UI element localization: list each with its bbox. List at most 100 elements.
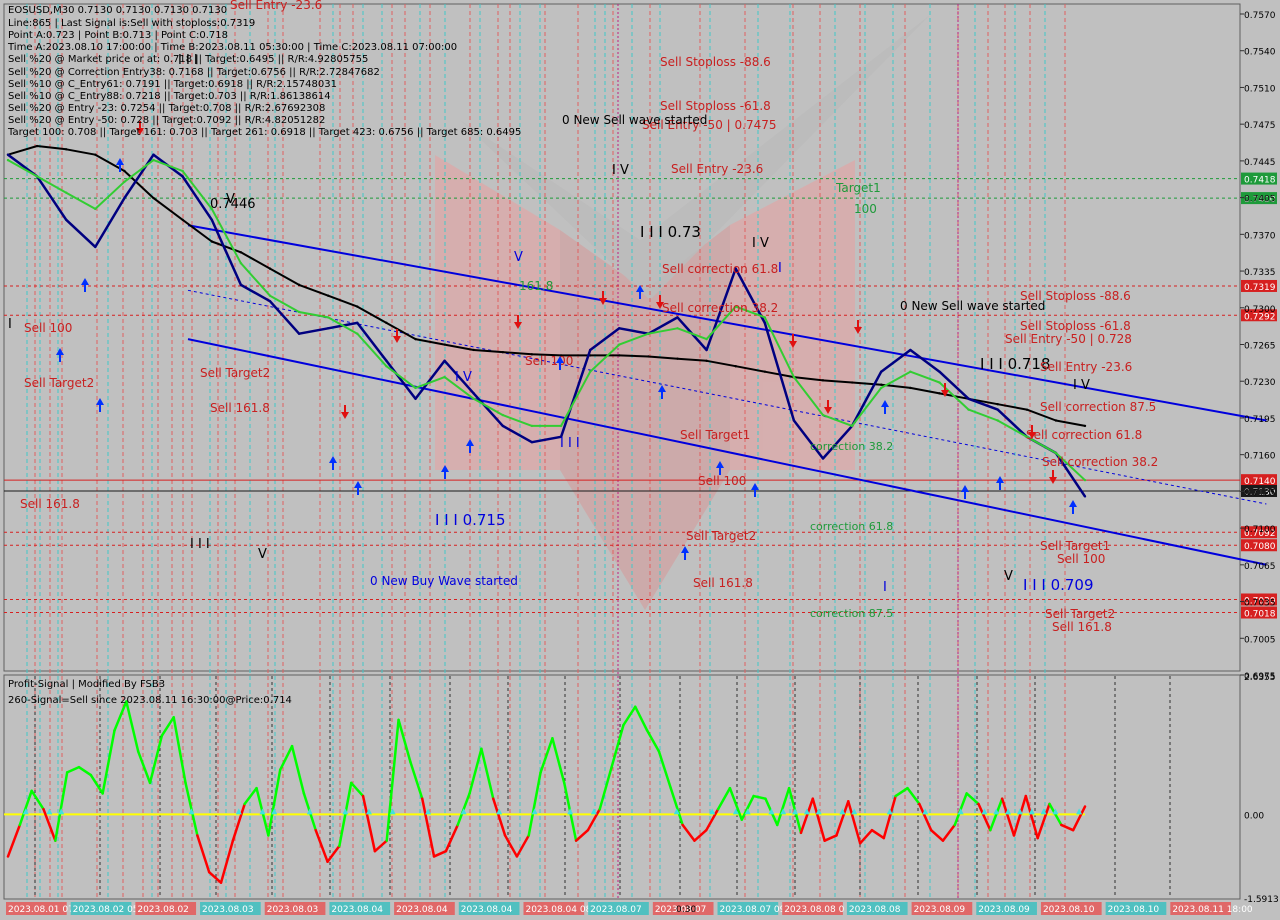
annotation-label: 100 — [854, 202, 877, 216]
series-point — [472, 392, 475, 395]
annotation-label: I V — [1073, 378, 1090, 393]
y-tick-label: 0.7335 — [1244, 268, 1276, 278]
series-point — [443, 343, 446, 346]
price-tag-label: 0.7418 — [1244, 176, 1276, 186]
info-line: Sell %20 @ Market price or at: 0.718 || … — [8, 54, 368, 65]
series-point — [472, 397, 475, 400]
series-point — [850, 381, 854, 384]
series-point — [123, 196, 126, 200]
series-point — [239, 261, 243, 265]
time-label: 2023.08.02 — [137, 905, 189, 915]
series-point — [1025, 408, 1028, 411]
y-tick-label: 0.7510 — [1244, 84, 1276, 94]
y-tick-label: 0.7405 — [1244, 195, 1276, 205]
series-point — [123, 180, 126, 184]
series-point — [647, 332, 650, 335]
indicator-title: Profit-Signal | Modified By FSB3 — [8, 679, 165, 690]
series-point — [1083, 495, 1087, 498]
series-point — [268, 294, 272, 297]
series-point — [501, 350, 505, 354]
series-point — [385, 359, 388, 363]
series-point — [618, 327, 621, 330]
annotation-label: Sell Target1 — [1040, 539, 1110, 553]
time-label: 2023.08.09 — [914, 905, 966, 915]
annotation-label: correction 87.5 — [810, 607, 893, 620]
series-point — [35, 144, 39, 148]
series-point — [821, 413, 825, 417]
series-point — [181, 175, 184, 178]
series-point — [530, 440, 534, 444]
series-point — [763, 316, 767, 319]
annotation-label: Sell Entry -23.6 — [671, 162, 763, 176]
annotation-label: I — [883, 580, 887, 595]
series-point — [909, 348, 912, 352]
series-point — [880, 386, 883, 390]
annotation-label: Sell correction 38.2 — [1042, 455, 1158, 469]
annotation-label: I I I — [190, 537, 210, 552]
time-label: 2023.08.04 08 — [525, 905, 591, 915]
annotation-label: Sell 161.8 — [210, 401, 270, 415]
indicator-y-tick-label: 2.6355 — [1244, 673, 1276, 683]
time-label: 2023.08.09 — [978, 905, 1030, 915]
series-point — [268, 299, 272, 303]
series-point — [996, 403, 999, 406]
series-point — [501, 424, 505, 428]
annotation-label: Sell 161.8 — [693, 576, 753, 590]
series-point — [850, 424, 854, 428]
annotation-label: Sell correction 61.8 — [1026, 428, 1142, 442]
annotation-label: I V — [612, 163, 629, 178]
annotation-label: I V — [455, 370, 472, 385]
y-tick-label: 0.7035 — [1244, 599, 1276, 609]
series-point — [967, 397, 970, 400]
info-line: Line:865 | Last Signal is:Sell with stop… — [8, 18, 255, 29]
series-point — [1083, 478, 1087, 482]
series-point — [821, 379, 825, 382]
y-tick-label: 0.7125 — [1244, 488, 1276, 498]
info-line: Sell %20 @ Correction Entry38: 0.7168 ||… — [8, 67, 380, 78]
price-tag-label: 0.7080 — [1244, 542, 1276, 552]
annotation-label: Sell Stoploss -61.8 — [660, 99, 771, 113]
annotation-label: Sell Target2 — [1045, 607, 1115, 621]
series-point — [909, 370, 912, 373]
annotation-label: I I I 0.709 — [1023, 576, 1094, 594]
series-point — [326, 316, 330, 319]
annotation-label: Sell 161.8 — [20, 497, 80, 511]
time-label: 2023.08.04 — [331, 905, 383, 915]
annotation-label: I I I — [560, 436, 580, 451]
annotation-label: Sell Target2 — [24, 376, 94, 390]
annotation-label: Sell correction 61.8 — [662, 262, 778, 276]
info-line: Time A:2023.08.10 17:00:00 | Time B:2023… — [7, 42, 457, 53]
annotation-label: Sell Entry -23.6 — [230, 0, 322, 12]
series-point — [297, 332, 301, 335]
series-point — [909, 386, 912, 390]
info-line: Sell %10 @ C_Entry88: 0.7218 || Target:0… — [8, 91, 331, 102]
time-label: 2023.08.10 — [1043, 905, 1095, 915]
y-tick-label: 0.7065 — [1244, 562, 1276, 572]
annotation-label: Sell 161.8 — [1052, 620, 1112, 634]
series-point — [35, 175, 39, 178]
series-point — [763, 321, 767, 325]
time-label: 2023.08.08 0 — [784, 905, 844, 915]
annotation-label: V — [514, 250, 523, 265]
series-point — [123, 169, 126, 173]
annotation-label: I I I 0.715 — [435, 511, 506, 529]
chart-title: EOSUSD,M30 0.7130 0.7130 0.7130 0.7130 — [8, 5, 227, 16]
time-label: 2023.08.07 — [590, 905, 642, 915]
time-label: 2023.08.11 18:00 — [1172, 905, 1253, 915]
info-line: Sell %20 @ Entry -23: 0.7254 || Target:0… — [8, 103, 325, 114]
series-point — [996, 408, 999, 411]
annotation-label: I V — [752, 236, 769, 251]
series-point — [414, 337, 417, 341]
info-line: Sell %10 @ C_Entry61: 0.7191 || Target:0… — [8, 79, 337, 90]
series-point — [501, 413, 505, 417]
time-axis: 2023.08.01 07:002023.08.02 05:302023.08.… — [6, 902, 1253, 915]
series-point — [792, 375, 796, 379]
series-point — [385, 365, 388, 368]
series-point — [152, 158, 155, 162]
series-point — [530, 424, 534, 428]
annotation-label: V — [1004, 569, 1013, 584]
series-point — [1054, 451, 1058, 455]
annotation-label: Sell 100 — [1057, 552, 1105, 566]
series-point — [94, 245, 97, 249]
series-point — [65, 218, 68, 221]
